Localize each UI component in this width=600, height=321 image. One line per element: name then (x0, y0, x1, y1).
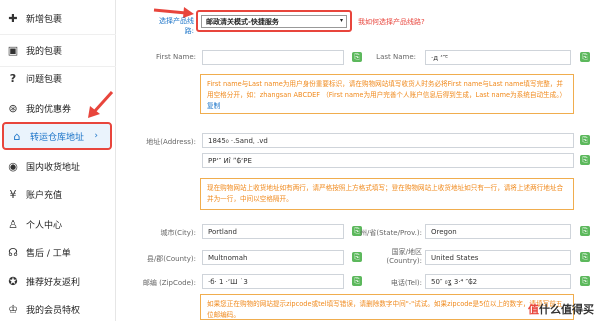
copy-icon[interactable]: ⎘ (352, 52, 362, 62)
question-icon: ? (9, 71, 17, 85)
sidebar-item-label: 我的优惠券 (26, 104, 72, 115)
package-icon: ▣ (7, 43, 19, 57)
copy-icon[interactable]: ⎘ (580, 252, 590, 262)
first-name-field[interactable] (202, 50, 344, 65)
divider (0, 34, 116, 35)
service-select-value: 邮政清关模式-快捷服务 (206, 18, 279, 26)
sidebar-item-label: 账户充值 (26, 190, 63, 201)
sidebar: ✚ 新增包裹 ▣ 我的包裹 ? 问题包裹 ⊛ 我的优惠券 ⌂ 转运仓库地址 › … (0, 0, 116, 321)
zip-field[interactable]: ·б· 1 ·‘Ш ˙3 (202, 274, 344, 289)
sidebar-item-label: 我的会员特权 (26, 305, 81, 316)
sidebar-item-label: 个人中心 (26, 220, 63, 231)
copy-icon[interactable]: ⎘ (580, 276, 590, 286)
sidebar-item-label: 问题包裹 (26, 74, 63, 85)
address-line1-field[interactable]: 1845₀ ·.Sandˌ .vd (202, 133, 574, 148)
service-select-highlight: 邮政清关模式-快捷服务 ▾ (196, 10, 352, 32)
tel-label: 电话(Tel): (390, 279, 422, 287)
sidebar-item-recharge[interactable]: ¥ 账户充值 (0, 180, 116, 208)
copy-icon[interactable]: ⎘ (580, 155, 590, 165)
share-icon: ✪ (8, 274, 18, 288)
name-note-text: First name与Last name为用户身份重要标识，请在购物网站填写收货… (207, 80, 567, 99)
annotation-arrow-icon (88, 90, 114, 118)
chevron-right-icon: › (94, 131, 98, 141)
caret-down-icon: ▾ (339, 17, 343, 24)
name-note: First name与Last name为用户身份重要标识，请在购物网站填写收货… (200, 74, 574, 114)
copy-icon[interactable]: ⎘ (352, 252, 362, 262)
sidebar-item-label: 转运仓库地址 (30, 132, 85, 143)
watermark-text: 什么值得买 (539, 303, 594, 316)
country-label: 国家/地区(Country): (386, 248, 422, 265)
sidebar-item-label: 新增包裹 (26, 14, 63, 25)
sidebar-item-vip[interactable]: ♔ 我的会员特权 (0, 295, 116, 321)
service-label: 选择产品线路: (159, 17, 194, 35)
sidebar-item-domestic-address[interactable]: ◉ 国内收货地址 (0, 152, 116, 180)
sidebar-item-warehouse-address[interactable]: ⌂ 转运仓库地址 › (2, 122, 112, 150)
last-name-field[interactable]: ·д ‘″ᴱ (425, 50, 571, 65)
address-note: 现在购物网站上收货地址如有两行，请严格按照上方格式填写；登在购物网站上收货地址如… (200, 178, 574, 210)
address-label: 地址(Address): (146, 138, 196, 146)
vip-icon: ♔ (8, 302, 18, 316)
copy-link[interactable]: 复制 (207, 102, 220, 110)
yen-icon: ¥ (9, 187, 17, 201)
county-label: 县/郡(County): (146, 255, 196, 263)
coupon-icon: ⊛ (8, 101, 18, 115)
headset-icon: ☊ (8, 245, 18, 259)
first-name-label: First Name: (156, 53, 196, 61)
state-label: 州/省(State/Prov.): (360, 229, 422, 237)
sidebar-item-my-packages[interactable]: ▣ 我的包裹 (0, 36, 116, 64)
city-label: 城市(City): (160, 229, 196, 237)
copy-icon[interactable]: ⎘ (580, 135, 590, 145)
last-name-label: Last Name: (376, 53, 416, 61)
tel-field[interactable]: 50″ ₀ʓ 3·⁴ ″₲2 (425, 274, 571, 289)
sidebar-item-label: 我的包裹 (26, 46, 63, 57)
location-icon: ◉ (8, 159, 18, 173)
service-select[interactable]: 邮政清关模式-快捷服务 ▾ (201, 15, 347, 28)
home-icon: ⌂ (13, 129, 21, 143)
sidebar-item-label: 国内收货地址 (26, 162, 81, 173)
city-field[interactable]: Portland (202, 224, 344, 239)
address-line2-field[interactable]: PP‘″ Иî ˮ₲‘PE (202, 153, 574, 168)
sidebar-item-after-sales[interactable]: ☊ 售后 / 工单 (0, 238, 116, 266)
zip-label: 邮编 (ZipCode): (142, 279, 196, 287)
sidebar-item-label: 推荐好友返利 (26, 277, 81, 288)
watermark-mark: 值 (528, 303, 539, 316)
watermark: 值什么值得买 (528, 301, 594, 317)
sidebar-item-new-package[interactable]: ✚ 新增包裹 (0, 4, 116, 32)
service-help-link[interactable]: 我如何选择产品线路? (358, 17, 425, 27)
copy-icon[interactable]: ⎘ (352, 276, 362, 286)
sidebar-item-label: 售后 / 工单 (26, 248, 71, 259)
sidebar-item-referral[interactable]: ✪ 推荐好友返利 (0, 267, 116, 295)
plus-icon: ✚ (8, 11, 18, 25)
copy-icon[interactable]: ⎘ (580, 226, 590, 236)
zip-note: 如果您正在购物的网站提示zipcode或tel填写错误，请删除数字中间"-"试试… (200, 294, 574, 320)
copy-icon[interactable]: ⎘ (580, 52, 590, 62)
person-icon: ♙ (8, 217, 18, 231)
sidebar-item-personal-center[interactable]: ♙ 个人中心 (0, 210, 116, 238)
state-field[interactable]: Oregon (425, 224, 571, 239)
country-field[interactable]: United States (425, 250, 571, 265)
county-field[interactable]: Multnomah (202, 250, 344, 265)
